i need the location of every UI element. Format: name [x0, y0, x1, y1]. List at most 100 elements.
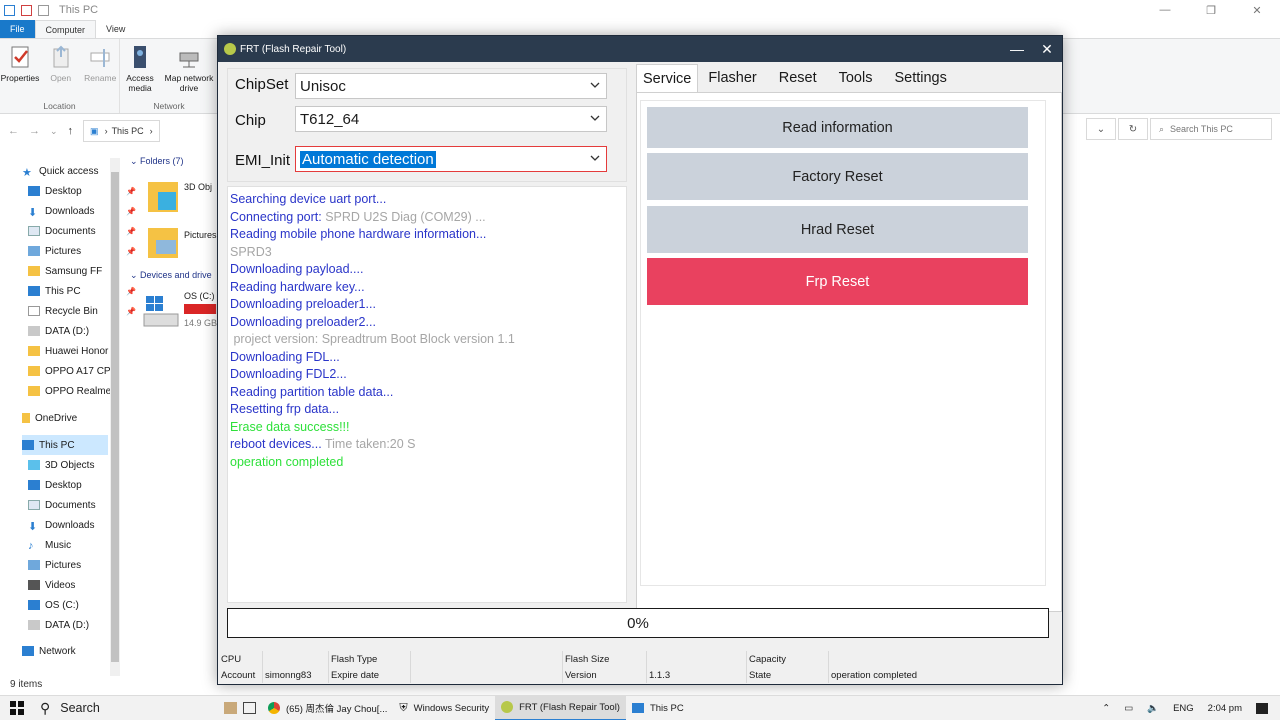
frp-reset-button[interactable]: Frp Reset	[647, 258, 1028, 305]
factory-reset-button[interactable]: Factory Reset	[647, 153, 1028, 200]
tab-file[interactable]: File	[0, 20, 35, 38]
folder-pictures[interactable]: Pictures	[146, 224, 217, 262]
volume-icon[interactable]: 🔈	[1147, 703, 1159, 714]
nav-item-documents-2[interactable]: Documents	[28, 495, 138, 515]
nav-item-downloads[interactable]: ⬇ Downloads 📌	[28, 201, 138, 221]
tab-service[interactable]: Service	[636, 64, 699, 92]
books-icon[interactable]	[224, 702, 237, 714]
network-drive-icon	[179, 52, 199, 68]
chevron-up-icon[interactable]: ⌃	[1102, 703, 1110, 714]
log-text: Downloading preloader1...	[230, 297, 376, 311]
chipset-label: ChipSet	[235, 76, 289, 93]
notifications-icon[interactable]	[1256, 703, 1268, 714]
taskbar-app-windows-security[interactable]: ⛨ Windows Security	[393, 696, 495, 720]
tab-flasher[interactable]: Flasher	[702, 64, 762, 92]
taskbar-app-frt[interactable]: FRT (Flash Repair Tool)	[495, 695, 626, 720]
taskbar-search-label: Search	[60, 701, 100, 715]
open-button[interactable]: Open	[44, 43, 78, 83]
nav-item-os-c[interactable]: OS (C:)	[28, 595, 138, 615]
nav-item-downloads-2[interactable]: ⬇ Downloads	[28, 515, 138, 535]
properties-quick-icon[interactable]	[21, 4, 32, 16]
hard-reset-button[interactable]: Hrad Reset	[647, 206, 1028, 253]
emi-init-select[interactable]: Automatic detection	[295, 146, 607, 172]
recent-icon[interactable]: ⌄	[50, 126, 58, 137]
nav-scrollbar[interactable]	[110, 158, 120, 676]
progress-bar: 0%	[227, 608, 1049, 638]
nav-item-desktop-2[interactable]: Desktop	[28, 475, 138, 495]
close-icon[interactable]: ✕	[1234, 0, 1280, 20]
nav-label: This PC	[39, 439, 75, 451]
tab-view[interactable]: View	[96, 20, 135, 38]
taskbar-search[interactable]: ⚲ Search	[34, 696, 218, 720]
rename-button[interactable]: Rename	[84, 43, 118, 83]
log-text: Connecting port:	[230, 209, 326, 224]
devices-section-header[interactable]: ⌄ Devices and drive	[130, 270, 212, 281]
taskbar-app-chrome[interactable]: (65) 周杰倫 Jay Chou[...	[262, 696, 393, 720]
drive-os-c[interactable]: OS (C:) 14.9 GB	[142, 290, 220, 332]
explorer-titlebar: This PC — ❐ ✕	[0, 0, 1280, 20]
nav-item-oppo-realme[interactable]: OPPO Realme	[28, 381, 138, 401]
nav-this-pc[interactable]: This PC	[22, 435, 108, 455]
folders-section-header[interactable]: ⌄ Folders (7)	[130, 156, 184, 167]
nav-item-desktop[interactable]: Desktop 📌	[28, 181, 138, 201]
nav-item-recycle-bin[interactable]: Recycle Bin 📌	[28, 301, 138, 321]
scrollbar-thumb[interactable]	[111, 172, 119, 662]
nav-item-documents[interactable]: Documents 📌	[28, 221, 138, 241]
network-icon[interactable]: ▭	[1124, 703, 1133, 714]
tab-tools[interactable]: Tools	[833, 64, 879, 92]
minimize-icon[interactable]: —	[1142, 0, 1188, 20]
nav-label: OPPO Realme	[45, 385, 112, 397]
tab-reset[interactable]: Reset	[773, 64, 823, 92]
log-text: Downloading payload....	[230, 262, 364, 276]
address-bar[interactable]: ▣ › This PC ›	[83, 120, 160, 142]
nav-item-3d-objects[interactable]: 3D Objects	[28, 455, 138, 475]
up-icon[interactable]: ↑	[68, 125, 74, 137]
nav-item-samsung[interactable]: Samsung FF	[28, 261, 138, 281]
folder-3d-objects[interactable]: 3D Obj	[146, 178, 212, 216]
taskbar-app-this-pc[interactable]: This PC	[626, 696, 690, 720]
log-extra-text: Time taken:20 S	[324, 437, 416, 451]
back-icon[interactable]: ←	[8, 125, 19, 137]
nav-item-oppo-a17[interactable]: OPPO A17 CPH	[28, 361, 138, 381]
clock[interactable]: 2:04 pm	[1208, 703, 1242, 714]
pictures-icon	[28, 560, 40, 570]
nav-item-huawei[interactable]: Huawei Honor	[28, 341, 138, 361]
nav-item-videos[interactable]: Videos	[28, 575, 138, 595]
start-button[interactable]	[0, 696, 34, 720]
tab-settings[interactable]: Settings	[888, 64, 952, 92]
new-folder-quick-icon[interactable]	[38, 4, 49, 16]
tab-computer[interactable]: Computer	[34, 20, 97, 38]
refresh-icon[interactable]: ↻	[1118, 118, 1148, 140]
forward-icon[interactable]: →	[29, 125, 40, 137]
nav-item-pictures-2[interactable]: Pictures	[28, 555, 138, 575]
chevron-right-icon: ›	[149, 126, 153, 136]
map-network-drive-label: Map network drive	[164, 73, 214, 93]
nav-item-this-pc[interactable]: This PC 📌	[28, 281, 138, 301]
language-indicator[interactable]: ENG	[1173, 703, 1194, 714]
account-value: simonng83	[263, 667, 329, 683]
properties-button[interactable]: Properties	[1, 43, 39, 83]
close-icon[interactable]: ✕	[1032, 36, 1062, 62]
chipset-select[interactable]: Unisoc	[295, 73, 607, 99]
pin-icon: 📌	[126, 186, 136, 196]
chevron-down-icon[interactable]: ⌄	[1086, 118, 1116, 140]
cube-icon	[28, 460, 40, 470]
nav-item-music[interactable]: ♪ Music	[28, 535, 138, 555]
search-input[interactable]: ⌕ Search This PC	[1150, 118, 1272, 140]
minimize-icon[interactable]: —	[1002, 36, 1032, 62]
nav-label: Documents	[45, 499, 96, 511]
folder-icon	[148, 228, 178, 258]
computer-icon	[22, 440, 34, 450]
frt-titlebar[interactable]: FRT (Flash Repair Tool) — ✕	[218, 36, 1062, 62]
read-information-button[interactable]: Read information	[647, 107, 1028, 148]
nav-item-data-d[interactable]: DATA (D:)	[28, 321, 138, 341]
nav-item-pictures[interactable]: Pictures 📌	[28, 241, 138, 261]
maximize-icon[interactable]: ❐	[1188, 0, 1234, 20]
map-network-drive-button[interactable]: Map network drive	[164, 43, 214, 93]
log-text: project version: Spreadtrum Boot Block v…	[230, 332, 515, 346]
access-media-button[interactable]: Access media	[122, 43, 158, 93]
properties-icon	[11, 46, 29, 68]
nav-item-data-d-2[interactable]: DATA (D:)	[28, 615, 138, 635]
monitor-icon[interactable]	[242, 702, 256, 714]
chip-select[interactable]: T612_64	[295, 106, 607, 132]
